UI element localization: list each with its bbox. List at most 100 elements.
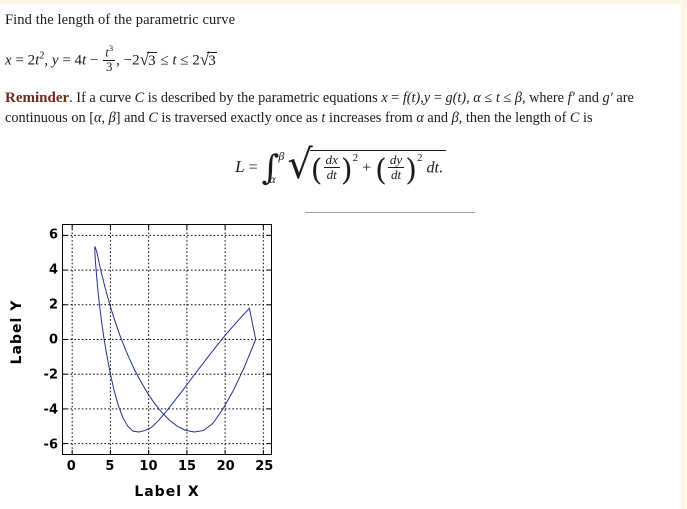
integral-upper-limit: β bbox=[278, 149, 285, 163]
reminder-beta-1: β bbox=[514, 90, 522, 106]
reminder-text-7: is traversed exactly once as bbox=[157, 110, 322, 126]
reminder-t-1: t bbox=[495, 90, 500, 106]
reminder-eq-t1: (t) bbox=[406, 90, 421, 106]
reminder-text-3: , where bbox=[521, 90, 568, 106]
eq-y-var: t bbox=[82, 52, 87, 69]
dydt-numerator: dy bbox=[387, 152, 405, 168]
reminder-comma-3: , bbox=[101, 110, 106, 126]
reminder-alpha-1: α bbox=[473, 90, 481, 106]
dydt-fraction: dy dt bbox=[387, 152, 405, 182]
reminder-beta-2: β bbox=[108, 110, 116, 126]
reminder-beta-3: β bbox=[451, 110, 459, 126]
integral-plus: + bbox=[362, 159, 372, 177]
reminder-text-1: If a curve bbox=[72, 90, 135, 106]
reminder-comma-2: , bbox=[466, 90, 470, 106]
eq-frac-denominator: 3 bbox=[105, 59, 113, 74]
horizontal-separator bbox=[305, 212, 475, 213]
dxdt-numerator: dx bbox=[323, 152, 340, 168]
open-paren-2: ( bbox=[375, 153, 387, 189]
reminder-eq-g: g bbox=[445, 90, 453, 106]
eq-minus: − bbox=[89, 52, 99, 69]
eq-domain-lower-radical: √3 bbox=[140, 50, 157, 70]
integral-expression: L = ∫ β α √(dx dt)2 + (dy dt)2 dt. bbox=[235, 145, 446, 189]
reminder-text-9: and bbox=[423, 110, 452, 126]
eq-le-2: ≤ bbox=[180, 52, 189, 69]
y-tick-label: 2 bbox=[48, 297, 58, 312]
reminder-gprime: g′ bbox=[602, 90, 613, 106]
reminder-equals-2: = bbox=[433, 90, 442, 106]
integral-L: L bbox=[235, 156, 245, 176]
x-axis-title: Label X bbox=[134, 484, 200, 500]
eq-comma-2: , bbox=[116, 52, 120, 69]
reminder-text-4: and bbox=[574, 90, 603, 106]
parametric-curve-plot: Label Y 6 4 2 0 -2 -4 -6 0 5 10 15 20 25 Label X bbox=[0, 216, 320, 506]
eq-y-lhs: y bbox=[51, 52, 59, 69]
y-tick-label: 4 bbox=[48, 262, 58, 277]
reminder-paragraph: Reminder. If a curve C is described by t… bbox=[5, 88, 681, 128]
open-paren-1: ( bbox=[310, 153, 323, 189]
eq-domain-upper-radical: √3 bbox=[200, 50, 217, 70]
reminder-eq-t2: (t) bbox=[452, 90, 467, 106]
y-tick-label: -6 bbox=[43, 437, 58, 452]
arc-length-formula: L = ∫ β α √(dx dt)2 + (dy dt)2 dt. bbox=[0, 145, 681, 189]
y-tick-label: -2 bbox=[43, 367, 58, 382]
integral-radicand: (dx dt)2 + (dy dt)2 dt. bbox=[309, 150, 446, 189]
x-tick-label: 0 bbox=[66, 459, 76, 474]
reminder-text-8: increases from bbox=[325, 110, 417, 126]
reminder-le-1: ≤ bbox=[484, 90, 493, 106]
reminder-equals-1: = bbox=[391, 90, 400, 106]
y-tick-label: 0 bbox=[48, 332, 58, 347]
eq-fraction: t3 3 bbox=[103, 43, 116, 74]
problem-prompt: Find the length of the parametric curve bbox=[5, 12, 236, 28]
reminder-text-6: ] and bbox=[115, 110, 149, 126]
eq-domain-upper-coeff: 2 bbox=[192, 52, 200, 69]
reminder-curve-symbol-1: C bbox=[134, 90, 145, 106]
reminder-text-2: is described by the parametric equations bbox=[144, 90, 382, 106]
parametric-equation: x = 2t2, y = 4t − t3 3 , −2√3 ≤ t ≤ 2√3 bbox=[5, 43, 217, 74]
reminder-le-2: ≤ bbox=[503, 90, 512, 106]
reminder-alpha-3: α bbox=[416, 110, 424, 126]
y-axis-title: Label Y bbox=[9, 299, 25, 365]
close-paren-2: ) bbox=[405, 153, 417, 189]
reminder-eq-y: y bbox=[423, 90, 431, 106]
eq-domain-lower-coeff: −2 bbox=[123, 52, 140, 69]
radicand-1: 3 bbox=[147, 51, 157, 69]
integral-period: . bbox=[438, 159, 443, 177]
x-tick-label: 25 bbox=[255, 459, 274, 474]
eq-frac-num-power: 3 bbox=[108, 43, 114, 53]
x-tick-label: 10 bbox=[139, 459, 158, 474]
y-tick-label: 6 bbox=[48, 227, 58, 242]
right-edge-strip bbox=[681, 0, 687, 509]
eq-x-lhs: x bbox=[5, 52, 12, 69]
radicand-2: 3 bbox=[207, 51, 217, 69]
eq-comma-1: , bbox=[44, 52, 49, 69]
reminder-text-10: , then the length of bbox=[458, 110, 570, 126]
dxdt-fraction: dx dt bbox=[323, 152, 340, 182]
dxdt-denominator: dt bbox=[326, 166, 337, 182]
reminder-curve-symbol-2: C bbox=[148, 110, 158, 126]
power-2: 2 bbox=[416, 152, 423, 165]
y-axis-tick-labels: 6 4 2 0 -2 -4 -6 bbox=[28, 224, 58, 455]
curve-layer bbox=[94, 245, 257, 433]
integral-limits: βα bbox=[269, 149, 285, 186]
reminder-eq-x: x bbox=[381, 90, 388, 106]
reminder-fprime: f′ bbox=[567, 90, 575, 106]
integral-lower-limit: α bbox=[269, 172, 276, 187]
dydt-denominator: dt bbox=[390, 166, 402, 182]
curve-path bbox=[94, 245, 257, 433]
eq-equals-2: = bbox=[62, 52, 71, 69]
plot-area bbox=[62, 224, 272, 455]
eq-le-1: ≤ bbox=[160, 52, 169, 69]
close-paren-1: ) bbox=[340, 153, 353, 189]
power-1: 2 bbox=[352, 152, 359, 165]
integral-equals: = bbox=[248, 158, 258, 176]
x-tick-label: 5 bbox=[105, 459, 115, 474]
reminder-keyword: Reminder bbox=[5, 90, 70, 106]
y-tick-label: -4 bbox=[43, 402, 58, 417]
x-tick-label: 20 bbox=[216, 459, 235, 474]
top-edge-strip bbox=[0, 0, 687, 4]
eq-frac-numerator: t3 bbox=[103, 43, 116, 61]
eq-domain-var: t bbox=[172, 52, 177, 69]
eq-equals-1: = bbox=[15, 52, 24, 69]
integral-differential: dt bbox=[426, 159, 439, 177]
